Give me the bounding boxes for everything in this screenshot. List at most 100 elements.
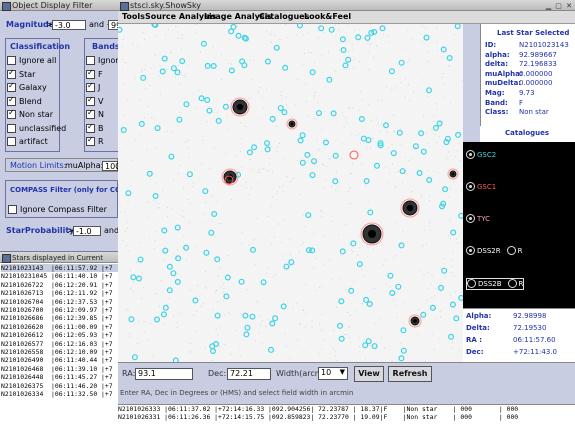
radio-icon[interactable]	[507, 279, 517, 288]
list-item[interactable]: N2101026713 |06:12:11.92 |+7	[1, 289, 118, 297]
radio-icon[interactable]	[466, 182, 475, 191]
background-star	[256, 301, 258, 302]
starprob-input[interactable]: -1.0	[73, 226, 101, 236]
stars-list[interactable]: N2101023143 |06:11:57.92 |+7 N21010231045…	[1, 264, 118, 432]
mu-alpha-input[interactable]: 100	[102, 161, 120, 171]
background-star	[158, 75, 160, 77]
classification-item[interactable]: artifact	[7, 137, 48, 147]
background-star	[167, 29, 169, 30]
gsc2-marker	[264, 146, 271, 153]
checkbox[interactable]	[86, 135, 95, 146]
band-item[interactable]: F	[86, 68, 103, 80]
list-item[interactable]: N2101026448 |06:11:45.27 |+7	[1, 373, 118, 381]
background-star	[299, 324, 301, 326]
background-star	[407, 62, 409, 64]
radio-icon[interactable]	[506, 246, 516, 255]
background-star	[348, 327, 350, 329]
radio-icon[interactable]	[466, 150, 475, 159]
catalogue-item[interactable]: TYC	[466, 214, 490, 224]
magnitude-min-input[interactable]: -3.0	[52, 20, 86, 30]
classification-item[interactable]: Blend	[7, 95, 42, 107]
list-item[interactable]: N2101026577 |06:12:16.03 |+7	[1, 340, 118, 348]
band-item[interactable]: B	[86, 122, 104, 134]
background-star	[213, 148, 215, 149]
list-item[interactable]: N2101026334 |06:11:32.50 |+7	[1, 390, 118, 398]
band-item[interactable]: J	[86, 81, 100, 93]
checkbox[interactable]	[86, 108, 95, 119]
list-item[interactable]: N2101026558 |06:12:10.09 |+7	[1, 348, 118, 356]
main-window-titlebar[interactable]: stsci.sky.ShowSky ▁ ▢ ✕	[118, 0, 575, 11]
classification-item[interactable]: Star	[7, 68, 35, 80]
checkbox[interactable]	[86, 56, 95, 65]
list-item[interactable]: N2101026704 |06:12:37.53 |+7	[1, 298, 118, 306]
list-item[interactable]: N2101026490 |06:11:40.44 |+7	[1, 356, 118, 364]
classification-item[interactable]: Non star	[7, 108, 53, 120]
background-star	[391, 88, 393, 90]
checkbox[interactable]	[7, 95, 16, 106]
gsc2-marker	[440, 46, 447, 53]
checkbox[interactable]	[86, 81, 95, 92]
band-item[interactable]: N	[86, 108, 104, 120]
list-item[interactable]: N21010231045 |06:11:40.10 |+7	[1, 272, 118, 280]
background-star	[189, 202, 191, 204]
catalogue-item[interactable]: DSS2B R	[466, 278, 525, 290]
band-item[interactable]: V	[86, 95, 103, 107]
menu-catalogues[interactable]: Catalogues	[259, 12, 309, 21]
starprob-label: StarProbability	[6, 226, 75, 235]
ra-input[interactable]: 93.1	[135, 368, 193, 380]
refresh-button[interactable]: Refresh	[388, 366, 432, 382]
sky-plot[interactable]	[118, 24, 463, 362]
checkbox[interactable]	[7, 123, 16, 133]
gsc2-marker	[200, 40, 207, 47]
view-button[interactable]: View	[354, 366, 384, 382]
background-star	[211, 69, 213, 71]
catalogue-item[interactable]: GSC2	[466, 150, 496, 160]
background-star	[224, 314, 226, 316]
classification-item[interactable]: Galaxy	[7, 81, 47, 93]
checkbox[interactable]	[7, 137, 16, 146]
stars-window-titlebar[interactable]: Stars displayed in Current Field	[0, 252, 118, 274]
checkbox[interactable]	[86, 95, 95, 106]
classification-title: Classification	[10, 42, 71, 51]
band-item[interactable]: R	[86, 135, 104, 147]
menu-tools[interactable]: Tools	[122, 12, 145, 21]
list-item[interactable]: N2101026700 |06:12:09.97 |+7	[1, 306, 118, 314]
checkbox[interactable]	[7, 108, 16, 119]
radio-icon[interactable]	[466, 246, 475, 255]
console-list[interactable]: N2101026333 |06:11:37.02 |+72:14:16.33 |…	[118, 404, 575, 432]
checkbox[interactable]	[7, 68, 16, 79]
list-item[interactable]: N2101026620 |06:11:00.09 |+7	[1, 323, 118, 331]
menu-look-feel[interactable]: Look&Feel	[304, 12, 351, 21]
list-item[interactable]: N2101026375 |06:11:46.20 |+7	[1, 382, 118, 390]
checkbox[interactable]	[86, 122, 95, 133]
ignore-compass-label: Ignore Compass Filter	[20, 205, 107, 214]
background-star	[404, 78, 406, 80]
filter-window-titlebar[interactable]: Object Display Filter	[0, 0, 118, 11]
background-star	[429, 200, 431, 202]
list-item[interactable]: N2101026468 |06:11:39.10 |+7	[1, 365, 118, 373]
checkbox[interactable]	[7, 81, 16, 92]
classification-item[interactable]: Ignore all	[7, 56, 56, 66]
dec-input[interactable]: 72.21	[227, 368, 271, 380]
background-star	[378, 317, 380, 319]
background-star	[443, 83, 445, 85]
checkbox[interactable]	[86, 68, 95, 79]
catalogue-item[interactable]: GSC1	[466, 182, 496, 192]
list-item[interactable]: N2101026722 |06:12:20.91 |+7	[1, 281, 118, 289]
list-item[interactable]: N2101023143 |06:11:57.92 |+7	[1, 264, 118, 273]
ignore-compass-row[interactable]: Ignore Compass Filter	[8, 205, 107, 215]
gsc2-marker	[174, 69, 181, 76]
gsc2-marker	[358, 115, 365, 122]
sky-image[interactable]	[118, 24, 463, 362]
width-select[interactable]: 10 ▼	[318, 367, 348, 380]
checkbox[interactable]	[7, 56, 16, 65]
background-star	[183, 76, 185, 77]
catalogue-item[interactable]: DSS2R R	[466, 246, 522, 256]
classification-item[interactable]: unclassified	[7, 123, 66, 134]
radio-icon[interactable]	[467, 279, 476, 288]
list-item[interactable]: N2101026686 |06:12:39.85 |+7	[1, 314, 118, 322]
ignore-compass-checkbox[interactable]	[8, 205, 17, 214]
radio-icon[interactable]	[466, 214, 475, 223]
background-star	[445, 275, 447, 277]
list-item[interactable]: N2101026612 |06:12:05.93 |+7	[1, 331, 118, 339]
